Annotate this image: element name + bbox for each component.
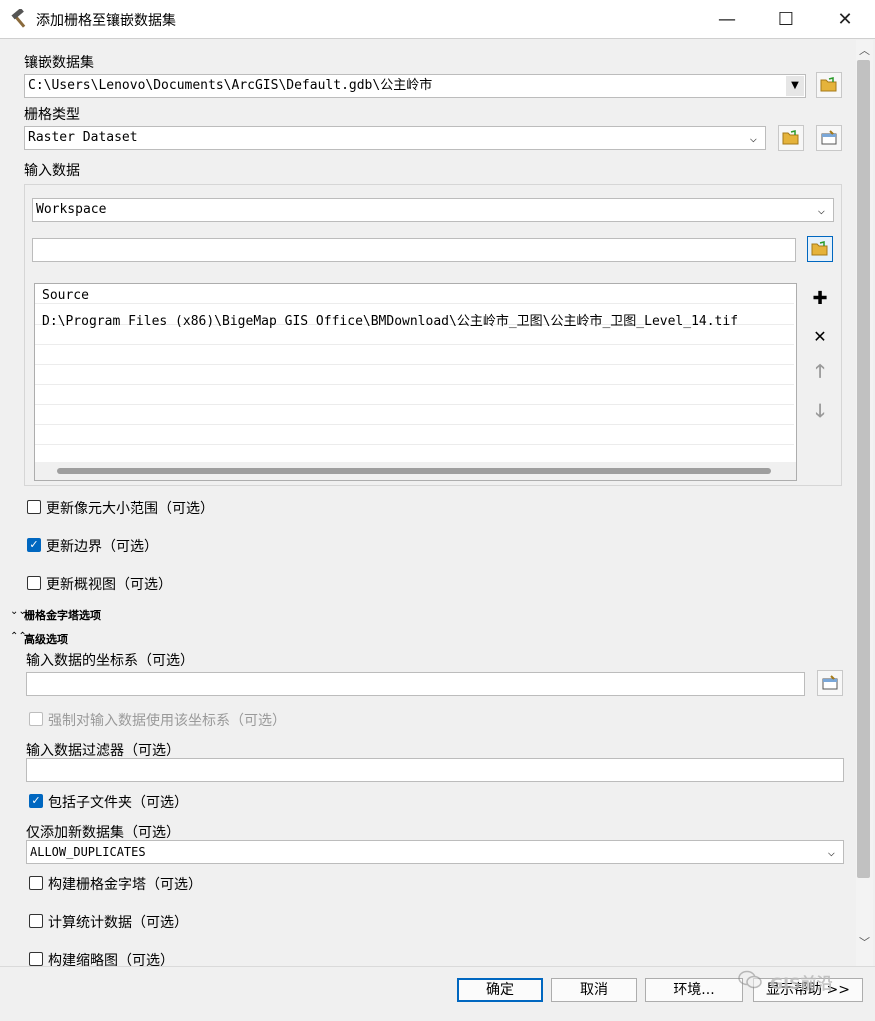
update-overviews-label: 更新概视图（可选） bbox=[46, 577, 172, 593]
raster-type-value: Raster Dataset bbox=[28, 130, 138, 145]
raster-type-properties-button[interactable] bbox=[816, 125, 842, 151]
filter-label: 输入数据过滤器（可选） bbox=[26, 743, 180, 759]
mosaic-dropdown-icon[interactable]: ▼ bbox=[786, 76, 804, 96]
environments-button[interactable]: 环境... bbox=[645, 978, 743, 1002]
build-thumbnails-checkbox[interactable] bbox=[29, 952, 43, 966]
scrollbar-thumb[interactable] bbox=[857, 60, 870, 878]
raster-type-label: 栅格类型 bbox=[24, 107, 80, 123]
properties-icon bbox=[821, 130, 837, 145]
watermark: GIS前沿 bbox=[770, 974, 833, 993]
list-header-row bbox=[35, 284, 794, 304]
list-column-header: Source bbox=[42, 288, 89, 303]
chevron-down-icon: ⌵ bbox=[817, 203, 825, 217]
force-coord-checkbox[interactable] bbox=[29, 712, 43, 726]
browse-mosaic-button[interactable] bbox=[816, 72, 842, 98]
coord-system-field[interactable] bbox=[26, 672, 805, 696]
list-item[interactable]: D:\Program Files (x86)\BigeMap GIS Offic… bbox=[42, 310, 738, 329]
input-data-label: 输入数据 bbox=[24, 163, 80, 179]
build-pyramids-label: 构建栅格金字塔（可选） bbox=[48, 877, 202, 893]
properties-icon bbox=[822, 675, 838, 690]
force-coord-label: 强制对输入数据使用该坐标系（可选） bbox=[48, 713, 286, 729]
calc-stats-label: 计算统计数据（可选） bbox=[48, 915, 188, 931]
folder-open-icon bbox=[782, 130, 799, 145]
coord-system-properties-button[interactable] bbox=[817, 670, 843, 696]
input-type-select[interactable]: Workspace ⌵ bbox=[32, 198, 834, 222]
new-only-select[interactable]: ALLOW_DUPLICATES ⌵ bbox=[26, 840, 844, 864]
move-down-icon[interactable]: 🡓 bbox=[807, 400, 833, 428]
input-path-field[interactable] bbox=[32, 238, 796, 262]
horizontal-scrollbar-thumb[interactable] bbox=[57, 468, 771, 474]
hammer-icon bbox=[10, 7, 30, 29]
input-type-value: Workspace bbox=[36, 202, 107, 217]
new-only-label: 仅添加新数据集（可选） bbox=[26, 825, 180, 841]
move-up-icon[interactable]: 🡑 bbox=[807, 360, 833, 388]
minimize-button[interactable]: — bbox=[698, 0, 756, 38]
browse-raster-type-button[interactable] bbox=[778, 125, 804, 151]
update-overviews-checkbox[interactable] bbox=[27, 576, 41, 590]
table-row bbox=[35, 365, 794, 385]
close-button[interactable]: ✕ bbox=[816, 0, 874, 38]
ok-button[interactable]: 确定 bbox=[457, 978, 543, 1002]
pyramid-section-header[interactable]: 栅格金字塔选项 bbox=[24, 607, 101, 623]
coord-system-label: 输入数据的坐标系（可选） bbox=[26, 653, 194, 669]
update-boundary-label: 更新边界（可选） bbox=[46, 539, 158, 555]
filter-field[interactable] bbox=[26, 758, 844, 782]
include-subfolders-label: 包括子文件夹（可选） bbox=[48, 795, 188, 811]
chevron-down-icon: ⌵ bbox=[827, 845, 835, 859]
cancel-button[interactable]: 取消 bbox=[551, 978, 637, 1002]
build-pyramids-checkbox[interactable] bbox=[29, 876, 43, 890]
remove-icon[interactable]: ✕ bbox=[807, 322, 833, 350]
calc-stats-checkbox[interactable] bbox=[29, 914, 43, 928]
table-row bbox=[35, 425, 794, 445]
raster-type-select[interactable]: Raster Dataset ⌵ bbox=[24, 126, 766, 150]
advanced-section-header[interactable]: 高级选项 bbox=[24, 631, 68, 647]
table-row bbox=[35, 345, 794, 365]
table-row bbox=[35, 405, 794, 425]
folder-open-icon bbox=[811, 241, 828, 256]
update-cellsize-checkbox[interactable] bbox=[27, 500, 41, 514]
add-icon[interactable]: ✚ bbox=[807, 284, 833, 312]
include-subfolders-checkbox[interactable]: ✓ bbox=[29, 794, 43, 808]
new-only-value: ALLOW_DUPLICATES bbox=[30, 845, 146, 859]
browse-input-button[interactable] bbox=[807, 236, 833, 262]
update-cellsize-label: 更新像元大小范围（可选） bbox=[46, 501, 214, 517]
scroll-up-icon[interactable]: ︿ bbox=[859, 42, 870, 58]
wechat-icon bbox=[738, 970, 762, 990]
chevron-down-icon: ⌵ bbox=[749, 131, 757, 145]
scroll-down-icon[interactable]: ﹀ bbox=[859, 934, 870, 950]
table-row bbox=[35, 385, 794, 405]
maximize-button[interactable]: ☐ bbox=[757, 0, 815, 38]
mosaic-label: 镶嵌数据集 bbox=[24, 55, 94, 71]
source-list[interactable]: Source D:\Program Files (x86)\BigeMap GI… bbox=[34, 283, 797, 481]
window-title: 添加栅格至镶嵌数据集 bbox=[36, 13, 176, 29]
update-boundary-checkbox[interactable]: ✓ bbox=[27, 538, 41, 552]
mosaic-input[interactable]: C:\Users\Lenovo\Documents\ArcGIS\Default… bbox=[24, 74, 806, 98]
folder-open-icon bbox=[820, 77, 837, 92]
